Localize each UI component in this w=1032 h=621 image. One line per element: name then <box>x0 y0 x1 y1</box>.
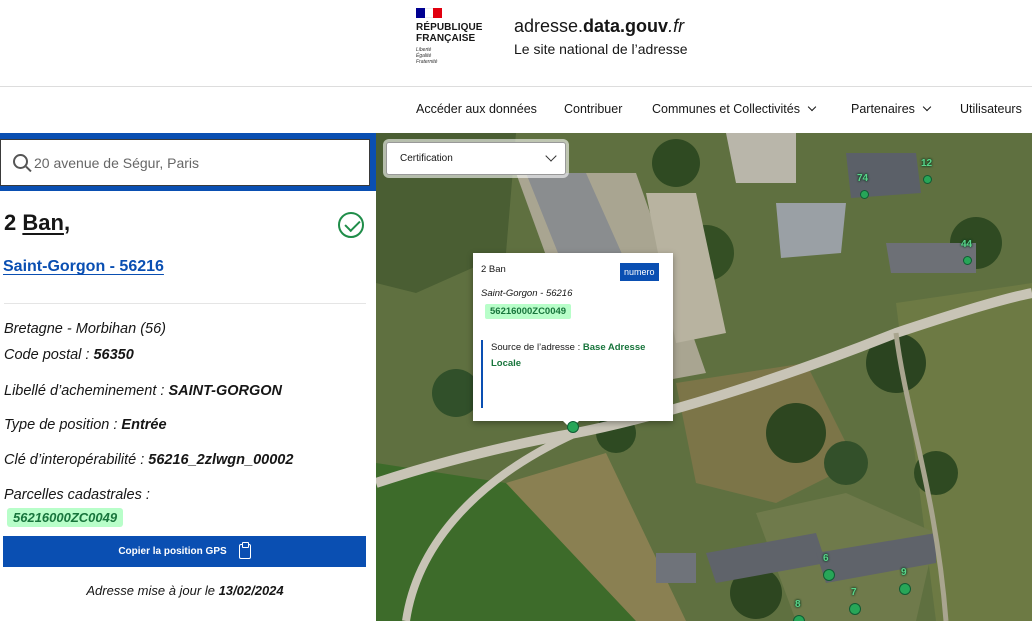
popup-title: 2 Ban <box>481 264 506 275</box>
search-input[interactable] <box>34 150 354 176</box>
address-marker[interactable] <box>899 583 911 595</box>
parcels-label: Parcelles cadastrales : <box>4 487 150 503</box>
address-marker[interactable] <box>860 190 869 199</box>
position-type-row: Type de position : Entrée <box>4 417 167 433</box>
address-marker[interactable] <box>823 569 835 581</box>
address-marker[interactable] <box>923 175 932 184</box>
french-flag-icon <box>416 8 443 18</box>
map-view[interactable]: Certification 2 Ban numero Saint-Gorgon … <box>376 133 1032 621</box>
clipboard-icon <box>238 542 251 559</box>
republic-name-line2: FRANÇAISE <box>416 33 476 44</box>
copy-gps-button[interactable]: Copier la position GPS <box>3 536 366 567</box>
search-icon <box>13 154 28 169</box>
marker-label: 8 <box>795 599 801 610</box>
marker-label: 6 <box>823 553 829 564</box>
republic-name-line1: RÉPUBLIQUE <box>416 22 483 33</box>
selected-address-marker[interactable] <box>567 421 579 433</box>
check-circle-icon <box>338 212 364 238</box>
republique-francaise-logo[interactable]: RÉPUBLIQUE FRANÇAISE Liberté Égalité Fra… <box>416 8 496 70</box>
address-title: 2 Ban, <box>4 210 71 235</box>
popup-type-badge: numero <box>620 263 659 281</box>
marker-label: 74 <box>857 173 869 184</box>
chevron-down-icon <box>922 102 932 112</box>
address-popup: 2 Ban numero Saint-Gorgon - 56216 562160… <box>473 253 673 429</box>
marker-label: 9 <box>901 567 907 578</box>
site-tagline: Le site national de l’adresse <box>514 41 688 57</box>
chevron-down-icon <box>807 102 817 112</box>
certification-filter-select[interactable]: Certification <box>386 142 566 175</box>
update-date-text: Adresse mise à jour le 13/02/2024 <box>86 583 284 598</box>
nav-item-contribuer[interactable]: Contribuer <box>564 102 622 116</box>
nav-item-utilisateurs[interactable]: Utilisateurs <box>960 102 1022 116</box>
nav-item-communes[interactable]: Communes et Collectivités <box>652 102 817 116</box>
site-title[interactable]: adresse.data.gouv.fr <box>514 16 684 37</box>
address-marker[interactable] <box>793 615 805 621</box>
popup-parcel-badge: 56216000ZC0049 <box>485 304 572 319</box>
marker-label: 44 <box>961 239 973 250</box>
marker-label: 7 <box>851 587 857 598</box>
site-header: RÉPUBLIQUE FRANÇAISE Liberté Égalité Fra… <box>0 0 1032 87</box>
chevron-down-icon <box>545 150 557 162</box>
delivery-label-row: Libellé d’acheminement : SAINT-GORGON <box>4 383 283 399</box>
search-bar <box>0 133 376 191</box>
popup-source: Source de l’adresse : Base Adresse Local… <box>481 340 661 408</box>
parcel-badge: 56216000ZC0049 <box>7 508 124 527</box>
main-navigation: Accéder aux données Contribuer Communes … <box>0 88 1032 133</box>
search-box[interactable] <box>0 139 370 186</box>
marker-label: 12 <box>921 158 933 169</box>
interop-key-row: Clé d’interopérabilité : 56216_2zlwgn_00… <box>4 452 294 468</box>
region-text: Bretagne - Morbihan (56) <box>4 321 166 337</box>
commune-link[interactable]: Saint-Gorgon - 56216 <box>3 258 164 276</box>
address-marker[interactable] <box>963 256 972 265</box>
postal-code-row: Code postal : 56350 <box>4 347 134 363</box>
popup-commune: Saint-Gorgon - 56216 <box>481 288 573 299</box>
republic-motto: Liberté Égalité Fraternité <box>416 47 438 65</box>
address-marker[interactable] <box>849 603 861 615</box>
divider <box>4 303 366 304</box>
address-panel: 2 Ban, Saint-Gorgon - 56216 Bretagne - M… <box>0 133 376 621</box>
nav-item-acceder-donnees[interactable]: Accéder aux données <box>416 102 537 116</box>
nav-item-partenaires[interactable]: Partenaires <box>851 102 932 116</box>
